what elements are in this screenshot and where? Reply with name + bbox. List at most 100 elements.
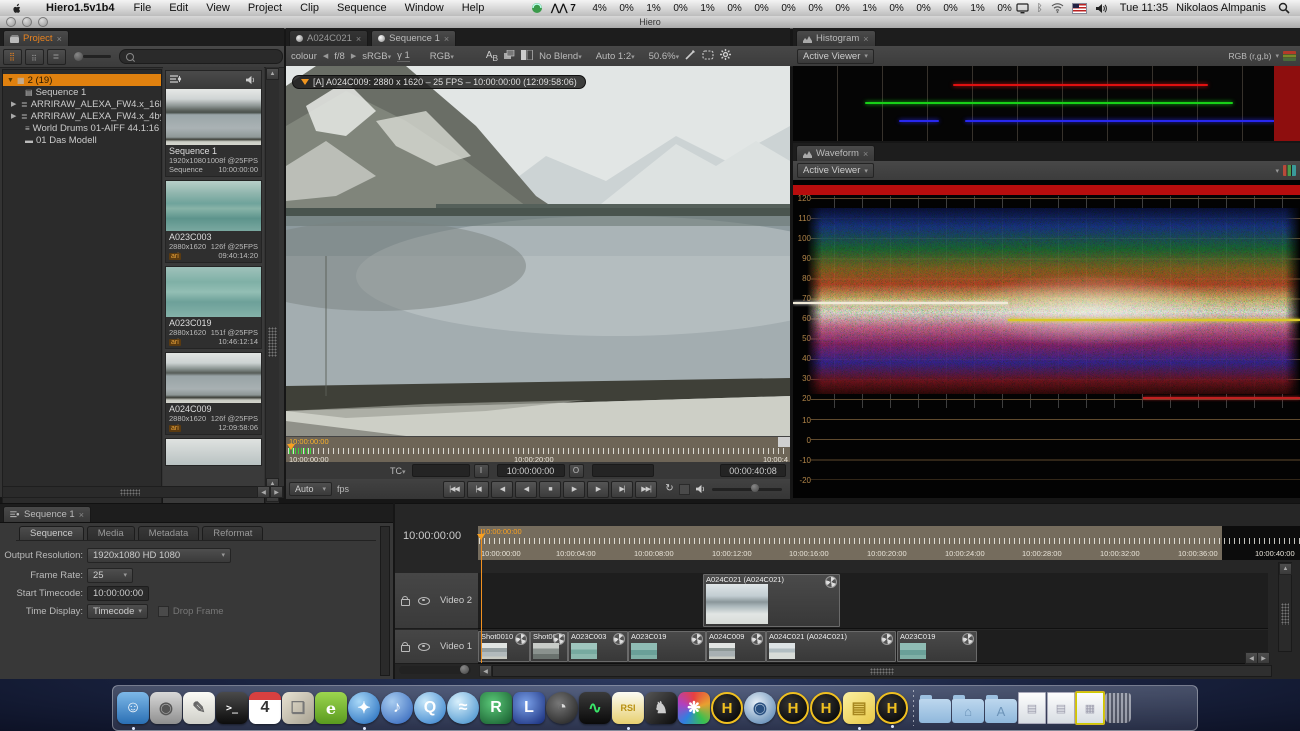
close-tab-icon[interactable]: ×: [79, 510, 84, 520]
dock-folder-documents-icon[interactable]: [919, 699, 951, 723]
timeline-clip-a023c019-2[interactable]: A023C019: [897, 631, 977, 662]
timeline-clip-a024c021-v1[interactable]: A024C021 (A024C021): [766, 631, 896, 662]
tab-waveform[interactable]: Waveform×: [796, 145, 875, 161]
ruler-scroll-handle[interactable]: [778, 437, 790, 447]
scroll-left-icon[interactable]: ◀: [257, 486, 270, 498]
dock-folder-library-icon[interactable]: ⌂: [952, 699, 984, 723]
play-backward-button[interactable]: ◀: [515, 481, 537, 498]
waveform-source-dropdown[interactable]: Active Viewer▾: [797, 163, 874, 178]
close-tab-icon[interactable]: ×: [863, 149, 868, 159]
timeline-clip-shot0010[interactable]: Shot0010: [478, 631, 530, 662]
waveform-mode-dropdown[interactable]: ▾: [1275, 165, 1296, 176]
out-point-field[interactable]: [592, 464, 654, 477]
in-point-field[interactable]: [412, 464, 470, 477]
dock-hiero-2-icon[interactable]: H: [777, 692, 809, 724]
track-header-video-2[interactable]: Video 2: [395, 573, 478, 629]
go-to-end-button[interactable]: ▶▶|: [635, 481, 657, 498]
timeline-horizontal-scrollbar[interactable]: [492, 665, 1272, 677]
dock-lightwave-icon[interactable]: ♞: [645, 692, 677, 724]
dock-openoffice-icon[interactable]: ≈: [447, 692, 479, 724]
dock-activity-monitor-icon[interactable]: ∿: [579, 692, 611, 724]
tree-item-arriraw-4by3[interactable]: ▶ ≣ARRIRAW_ALEXA_FW4.x_4by3: [3, 110, 161, 122]
step-forward-button[interactable]: ▶: [587, 481, 609, 498]
menu-view[interactable]: View: [197, 2, 239, 14]
dock-quicktime-icon[interactable]: Q: [414, 692, 446, 724]
exposure-value[interactable]: f/8: [334, 51, 345, 62]
mute-checkbox[interactable]: [679, 484, 690, 495]
timeline-clip-a023c003[interactable]: A023C003: [568, 631, 628, 662]
bin-card-a024c009[interactable]: A024C009 2880x1620126f @25FPS ari12:09:5…: [165, 352, 262, 435]
thumb-size-slider[interactable]: [74, 52, 111, 61]
dock-hieroplayer-icon[interactable]: H: [810, 692, 842, 724]
dock-dashboard-icon[interactable]: ◔: [546, 692, 578, 724]
time-display-dropdown[interactable]: Timecode▾: [87, 604, 148, 619]
bin-card-partial[interactable]: [165, 438, 262, 466]
menu-edit[interactable]: Edit: [160, 2, 197, 14]
tab-histogram[interactable]: Histogram×: [796, 30, 876, 46]
menu-project[interactable]: Project: [239, 2, 291, 14]
dock-mocha-icon[interactable]: ◉: [744, 692, 776, 724]
dock-blue-swirl-app-icon[interactable]: L: [513, 692, 545, 724]
subtab-metadata[interactable]: Metadata: [138, 526, 200, 540]
loop-mode-icon[interactable]: ↻: [659, 481, 679, 496]
timeline-clip-a023c019[interactable]: A023C019: [628, 631, 706, 662]
tree-item-project-root[interactable]: ▼ ▦ 2 (19): [3, 74, 161, 86]
wipe-split-icon[interactable]: [521, 50, 533, 63]
dock-textedit-icon[interactable]: ✎: [183, 692, 215, 724]
prev-stop-icon[interactable]: ◀: [323, 52, 328, 60]
set-out-button[interactable]: O: [569, 464, 584, 478]
dock-disk-utility-icon[interactable]: ◉: [150, 692, 182, 724]
bin-card-a023c003[interactable]: A023C003 2880x1620126f @25FPS ari09:40:1…: [165, 180, 262, 263]
menu-user-name[interactable]: Nikolaos Almpanis: [1176, 2, 1266, 14]
twist-closed-icon[interactable]: ▶: [11, 112, 18, 120]
set-in-button[interactable]: I: [474, 464, 489, 478]
viewer-clip-info-overlay[interactable]: [A] A024C009: 2880 x 1620 – 25 FPS – 10:…: [292, 75, 586, 89]
scroll-right-icon[interactable]: ▶: [1257, 652, 1270, 664]
tree-item-arriraw-16by[interactable]: ▶ ≣ARRIRAW_ALEXA_FW4.x_16by: [3, 98, 161, 110]
close-tab-icon[interactable]: ×: [863, 34, 868, 44]
sequence-panel-scrollbar[interactable]: [380, 526, 390, 676]
list-view-button[interactable]: ≣: [47, 49, 66, 65]
previous-edit-button[interactable]: |◀: [467, 481, 489, 498]
timeline-zoom-slider[interactable]: [399, 666, 471, 674]
wipe-tool-icon[interactable]: [685, 49, 696, 63]
thumbnail-view-button[interactable]: ⣿: [3, 49, 22, 65]
timeline-ruler[interactable]: 10:00:00:00 10:00:00:00 10:00:04:00 10:0…: [478, 526, 1300, 560]
display-menu-icon[interactable]: [1016, 3, 1029, 14]
bin-vertical-scrollbar[interactable]: ▲ ▲ ▼: [265, 67, 279, 514]
scroll-up-icon[interactable]: ▲: [266, 68, 279, 80]
subtab-media[interactable]: Media: [87, 526, 135, 540]
menu-clock[interactable]: Tue 11:35: [1120, 2, 1168, 14]
project-search-field[interactable]: [119, 49, 283, 64]
bluetooth-menu-icon[interactable]: ᛒ: [1037, 3, 1043, 14]
stop-button[interactable]: ■: [539, 481, 561, 498]
track-video-2[interactable]: A024C021 (A024C021): [478, 573, 1268, 629]
track-visibility-icon[interactable]: [418, 597, 430, 605]
current-timecode-field[interactable]: 10:00:00:00: [497, 464, 565, 477]
project-horizontal-scrollbar[interactable]: ◀ ▶: [2, 486, 284, 498]
track-video-1[interactable]: Shot0010 Shot0020 A023C003 A023C019 A024…: [478, 630, 1268, 664]
dock-stickies-icon[interactable]: ▤: [843, 692, 875, 724]
viewer-gamma-value[interactable]: γ 1: [397, 50, 410, 62]
close-tab-icon[interactable]: ×: [57, 34, 62, 44]
tab-sequence-1-props[interactable]: Sequence 1×: [3, 506, 91, 522]
apple-menu-icon[interactable]: [10, 3, 24, 14]
timeline-playhead[interactable]: [481, 529, 482, 663]
go-to-start-button[interactable]: |◀◀: [443, 481, 465, 498]
menu-help[interactable]: Help: [453, 2, 494, 14]
dock-folder-applications-icon[interactable]: A: [985, 699, 1017, 723]
tree-item-sequence[interactable]: ▤Sequence 1: [3, 86, 161, 98]
dock-rsi-status-window-icon[interactable]: ▦: [1076, 692, 1104, 724]
dock-photos-icon[interactable]: ❏: [282, 692, 314, 724]
subtab-reformat[interactable]: Reformat: [202, 526, 263, 540]
dock-finder-icon[interactable]: ☺: [117, 692, 149, 724]
dock-evernote-icon[interactable]: e: [315, 692, 347, 724]
dock-hiero-icon[interactable]: H: [711, 692, 743, 724]
guides-icon[interactable]: [702, 50, 714, 63]
output-resolution-dropdown[interactable]: 1920x1080 HD 1080▾: [87, 548, 231, 563]
tab-sequence-1[interactable]: Sequence 1×: [371, 30, 456, 46]
tab-a024c021[interactable]: A024C021×: [289, 30, 368, 46]
timeline-playhead-handle[interactable]: [477, 534, 485, 540]
drop-frame-checkbox[interactable]: [158, 606, 169, 617]
zoom-dropdown[interactable]: 50.6%▾: [649, 51, 679, 62]
